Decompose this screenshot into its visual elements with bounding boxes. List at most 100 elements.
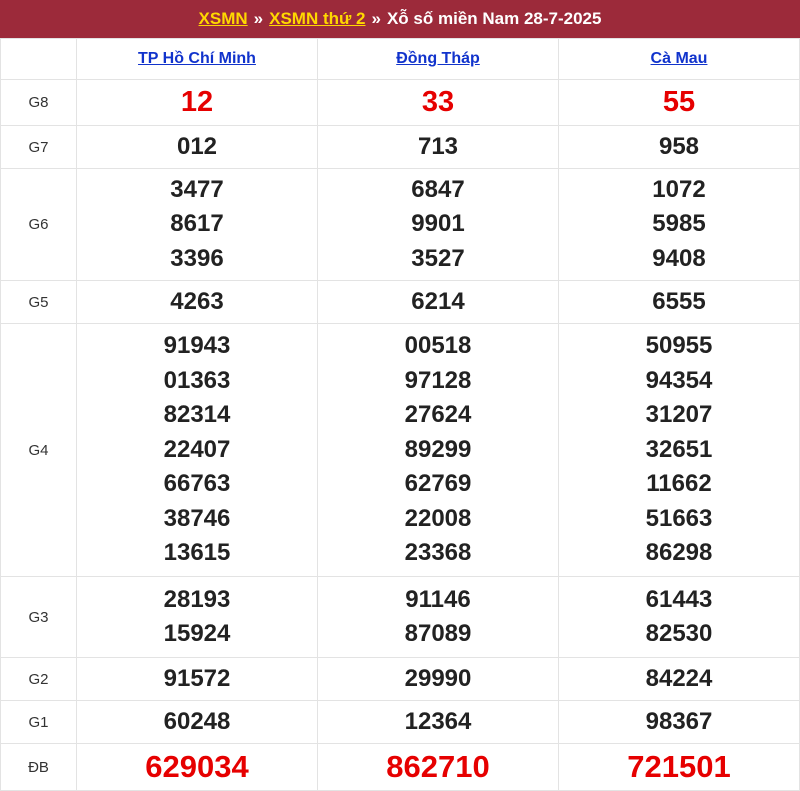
prize-table-body: G8 12 33 55 G7 012 713 958 G6 3477 8617 3396 6847 990… xyxy=(0,79,800,791)
prize-cell: 29990 xyxy=(317,657,559,701)
prize-label: G1 xyxy=(0,700,77,744)
prize-number: 87089 xyxy=(404,620,472,647)
prize-number: 01363 xyxy=(163,366,231,394)
prize-number: 29990 xyxy=(404,664,472,692)
prize-number: 012 xyxy=(176,132,218,160)
prize-number: 958 xyxy=(658,132,700,160)
prize-cell: 3477 8617 3396 xyxy=(76,168,318,281)
prize-number: 82530 xyxy=(645,620,713,647)
prize-label: G3 xyxy=(0,576,77,658)
province-link-hcm[interactable]: TP Hồ Chí Minh xyxy=(138,50,256,67)
prize-cell: 98367 xyxy=(558,700,800,744)
prize-label: G2 xyxy=(0,657,77,701)
prize-number: 32651 xyxy=(645,435,713,463)
prize-number: 11662 xyxy=(646,470,712,498)
prize-number: 713 xyxy=(417,132,459,160)
prize-number: 94354 xyxy=(645,366,713,394)
prize-row-g4: G4 91943 01363 82314 22407 66763 38746 13615 005… xyxy=(0,323,800,577)
prize-number: 27624 xyxy=(404,401,472,429)
province-header: Đồng Tháp xyxy=(317,38,559,80)
results-table: TP Hồ Chí Minh Đồng Tháp Cà Mau G8 12 33 55… xyxy=(0,38,800,791)
prize-number: 862710 xyxy=(386,748,490,784)
prize-number: 91572 xyxy=(163,664,231,692)
prize-cell: 50955 94354 31207 32651 11662 51663 86298 xyxy=(558,323,800,577)
prize-number: 5985 xyxy=(652,210,706,238)
prize-number: 23368 xyxy=(404,539,472,567)
prize-cell: 28193 15924 xyxy=(76,576,318,658)
prize-number: 721501 xyxy=(627,748,731,784)
prize-cell: 55 xyxy=(558,79,800,126)
prize-number: 55 xyxy=(662,86,696,119)
prize-cell: 91943 01363 82314 22407 66763 38746 13615 xyxy=(76,323,318,577)
prize-cell: 721501 xyxy=(558,743,800,791)
prize-number: 86298 xyxy=(645,539,713,567)
prize-number: 98367 xyxy=(645,707,713,735)
prize-row-g8: G8 12 33 55 xyxy=(0,79,800,126)
prize-cell: 61443 82530 xyxy=(558,576,800,658)
prize-cell: 33 xyxy=(317,79,559,126)
prize-number: 97128 xyxy=(404,366,472,394)
prize-number: 12364 xyxy=(404,707,472,735)
prize-cell: 012 xyxy=(76,125,318,169)
prize-number: 3396 xyxy=(170,244,224,272)
breadcrumb-separator: » xyxy=(253,9,264,28)
prize-number: 84224 xyxy=(645,664,713,692)
prize-number: 3527 xyxy=(411,244,465,272)
prize-cell: 862710 xyxy=(317,743,559,791)
prize-number: 38746 xyxy=(163,504,231,532)
prize-number: 91943 xyxy=(163,332,231,360)
prize-number: 51663 xyxy=(645,504,713,532)
prize-number: 62769 xyxy=(404,470,472,498)
prize-number: 60248 xyxy=(163,707,231,735)
prize-number: 8617 xyxy=(170,210,224,238)
breadcrumb-link-xsmn-thu-2[interactable]: XSMN thứ 2 xyxy=(269,9,365,29)
prize-number: 00518 xyxy=(404,332,472,360)
prize-number: 31207 xyxy=(645,401,713,429)
province-link-ca-mau[interactable]: Cà Mau xyxy=(651,50,708,67)
prize-cell: 1072 5985 9408 xyxy=(558,168,800,281)
prize-number: 89299 xyxy=(404,435,472,463)
prize-cell: 12 xyxy=(76,79,318,126)
prize-row-g7: G7 012 713 958 xyxy=(0,125,800,169)
header-empty-cell xyxy=(0,38,77,80)
prize-cell: 60248 xyxy=(76,700,318,744)
prize-row-g6: G6 3477 8617 3396 6847 9901 3527 1072 5985 9408 xyxy=(0,168,800,281)
prize-number: 66763 xyxy=(163,470,231,498)
prize-cell: 12364 xyxy=(317,700,559,744)
prize-number: 91146 xyxy=(405,585,471,613)
prize-number: 22407 xyxy=(163,435,231,463)
breadcrumb-link-xsmn[interactable]: XSMN xyxy=(199,9,248,29)
prize-row-g2: G2 91572 29990 84224 xyxy=(0,657,800,701)
prize-label: G4 xyxy=(0,323,77,577)
prize-number: 3477 xyxy=(170,175,224,203)
prize-row-g3: G3 28193 15924 91146 87089 61443 82530 xyxy=(0,576,800,658)
prize-cell: 713 xyxy=(317,125,559,169)
prize-number: 50955 xyxy=(645,332,713,360)
prize-number: 6555 xyxy=(652,287,706,315)
prize-cell: 6555 xyxy=(558,280,800,324)
prize-cell: 629034 xyxy=(76,743,318,791)
province-header: TP Hồ Chí Minh xyxy=(76,38,318,80)
prize-cell: 00518 97128 27624 89299 62769 22008 23368 xyxy=(317,323,559,577)
prize-number: 629034 xyxy=(145,748,249,784)
prize-row-đb: ĐB 629034 862710 721501 xyxy=(0,743,800,791)
page-title: Xỗ số miền Nam 28-7-2025 xyxy=(386,9,602,28)
prize-number: 13615 xyxy=(163,539,231,567)
prize-number: 9408 xyxy=(652,244,706,272)
prize-number: 12 xyxy=(180,86,214,119)
prize-label: G7 xyxy=(0,125,77,169)
prize-number: 61443 xyxy=(645,585,713,613)
prize-number: 4263 xyxy=(170,287,224,315)
prize-row-g1: G1 60248 12364 98367 xyxy=(0,700,800,744)
province-link-dong-thap[interactable]: Đồng Tháp xyxy=(396,50,480,67)
prize-cell: 91146 87089 xyxy=(317,576,559,658)
prize-number: 9901 xyxy=(411,210,465,238)
prize-label: ĐB xyxy=(0,743,77,791)
prize-cell: 958 xyxy=(558,125,800,169)
prize-cell: 6214 xyxy=(317,280,559,324)
prize-label: G8 xyxy=(0,79,77,126)
prize-number: 22008 xyxy=(404,504,472,532)
province-header: Cà Mau xyxy=(558,38,800,80)
prize-number: 28193 xyxy=(163,585,231,613)
prize-cell: 84224 xyxy=(558,657,800,701)
